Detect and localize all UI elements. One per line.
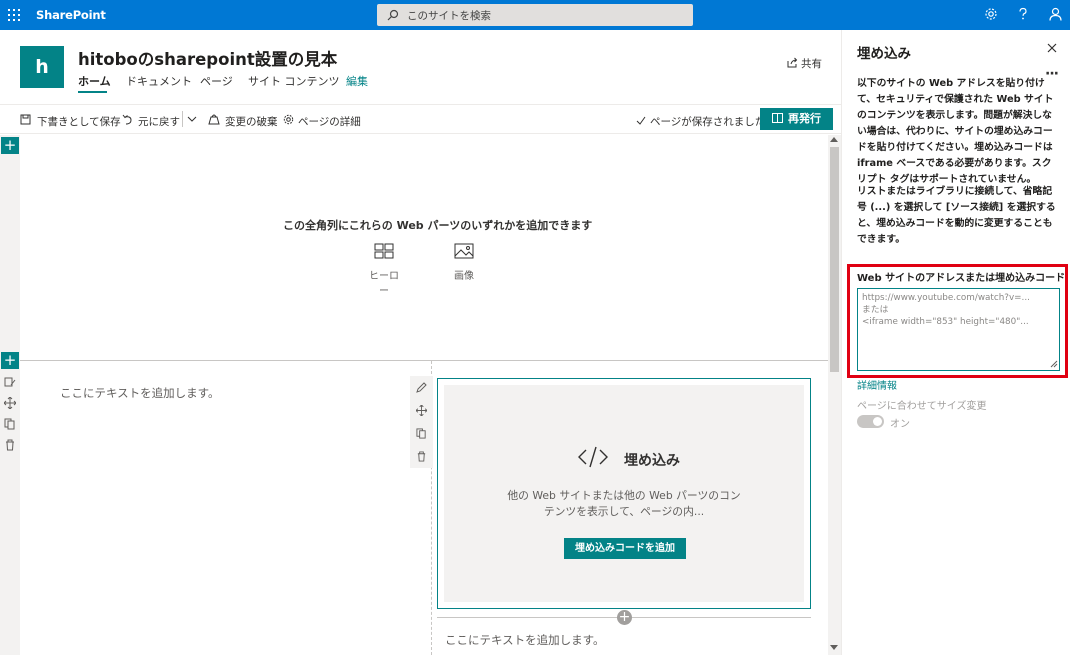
empty-section-hint: この全角列にこれらの Web パーツのいずれかを追加できます [283,219,593,232]
add-section-button[interactable]: + [1,137,19,154]
chevron-down-icon[interactable] [187,116,197,123]
hero-webpart-option[interactable]: ヒーロー [365,243,403,297]
image-icon [454,243,474,259]
save-draft-button[interactable]: 下書きとして保存 [20,114,121,129]
checkmark-icon [636,116,646,125]
page-details-label: ページの詳細 [298,116,361,128]
add-webpart-button[interactable]: + [617,610,632,625]
add-section-button[interactable]: + [1,352,19,369]
nav-site-contents[interactable]: サイト コンテンツ [248,73,340,89]
nav-documents[interactable]: ドキュメント [126,73,192,89]
embed-placeholder: 埋め込み 他の Web サイトまたは他の Web パーツのコンテンツを表示して、… [444,385,804,602]
delete-icon[interactable] [4,439,16,451]
site-logo[interactable]: h [20,46,64,88]
share-label: 共有 [801,58,822,70]
nav-active-indicator [78,91,107,93]
undo-icon [122,114,132,125]
edit-section-icon[interactable] [4,376,16,388]
delete-icon[interactable] [416,451,427,462]
section-border [20,360,828,361]
duplicate-icon[interactable] [416,428,427,439]
scroll-up-arrow[interactable] [830,137,838,142]
webpart-toolbar [410,376,433,468]
command-bar: 下書きとして保存 元に戻す 変更の破棄 ページの詳細 ページが保存されました [0,104,841,134]
close-icon[interactable] [1047,43,1057,53]
image-webpart-option[interactable]: 画像 [450,243,478,282]
move-icon[interactable] [416,405,427,416]
scroll-down-arrow[interactable] [830,645,838,650]
republish-label: 再発行 [788,112,821,125]
section-toolbar: + + [0,135,20,655]
discard-label: 変更の破棄 [225,116,278,128]
share-icon [787,57,798,68]
embed-title: 埋め込み [624,453,680,469]
site-title[interactable]: hitoboのsharepoint設置の見本 [78,46,337,70]
canvas-scrollbar[interactable] [828,135,841,655]
save-draft-label: 下書きとして保存 [37,116,121,128]
separator [182,111,183,127]
edit-pencil-icon[interactable] [416,382,427,393]
search-placeholder: このサイトを検索 [407,10,491,22]
help-icon[interactable] [1017,7,1029,21]
nav-pages[interactable]: ページ [200,73,233,89]
panel-description: 以下のサイトの Web アドレスを貼り付けて、セキュリティで保護された Web … [857,78,1054,185]
image-label: 画像 [454,271,474,282]
toggle-state-label: オン [890,419,910,430]
save-icon [20,114,31,125]
discard-changes-button[interactable]: 変更の破棄 [208,114,278,129]
duplicate-icon[interactable] [4,418,16,430]
settings-gear-icon [283,114,294,125]
undo-label: 元に戻す [138,116,180,128]
search-box[interactable]: このサイトを検索 [377,4,693,26]
embed-code-field[interactable]: https://www.youtube.com/watch?v=... または … [857,288,1060,371]
resize-toggle[interactable] [857,415,884,428]
learn-more-link[interactable]: 詳細情報 [857,377,897,392]
share-button[interactable]: 共有 [787,56,822,71]
resize-handle-icon[interactable] [1050,360,1058,368]
toggle-knob [873,417,882,426]
app-launcher-icon[interactable] [8,9,20,21]
code-icon [578,446,608,468]
add-embed-code-button[interactable]: 埋め込みコードを追加 [564,538,686,559]
nav-home[interactable]: ホーム [78,73,111,89]
move-icon[interactable] [4,397,16,409]
scroll-thumb[interactable] [830,147,839,372]
property-pane: 埋め込み ··· 以下のサイトの Web アドレスを貼り付けて、セキュリティで保… [841,30,1070,655]
page-details-button[interactable]: ページの詳細 [283,114,361,129]
hero-icon [374,243,394,259]
text-webpart-placeholder[interactable]: ここにテキストを追加します。 [445,632,605,648]
save-status: ページが保存されました [636,114,765,129]
save-status-label: ページが保存されました [650,116,766,128]
text-webpart-placeholder[interactable]: ここにテキストを追加します。 [60,385,220,401]
panel-title: 埋め込み [857,46,911,62]
hero-label: ヒーロー [369,271,399,297]
settings-gear-icon[interactable] [984,7,998,21]
suite-bar: SharePoint このサイトを検索 [0,0,1070,30]
discard-icon [208,114,220,125]
undo-button[interactable]: 元に戻す [122,114,180,129]
nav-edit-link[interactable]: 編集 [346,73,368,89]
embed-description: 他の Web サイトまたは他の Web パーツのコンテンツを表示して、ページの内… [507,489,741,518]
panel-connect-description: リストまたはライブラリに接続して、省略記号 (...) を選択して [ソース接続… [857,186,1056,245]
book-icon [772,113,783,123]
embed-field-label: Web サイトのアドレスまたは埋め込みコード [857,273,1066,284]
republish-button[interactable]: 再発行 [760,108,833,130]
resize-toggle-label: ページに合わせてサイズ変更 [857,401,987,412]
embed-webpart[interactable]: 埋め込み 他の Web サイトまたは他の Web パーツのコンテンツを表示して、… [437,378,811,609]
account-icon[interactable] [1049,7,1062,21]
app-brand[interactable]: SharePoint [36,8,106,22]
search-icon [387,9,399,21]
